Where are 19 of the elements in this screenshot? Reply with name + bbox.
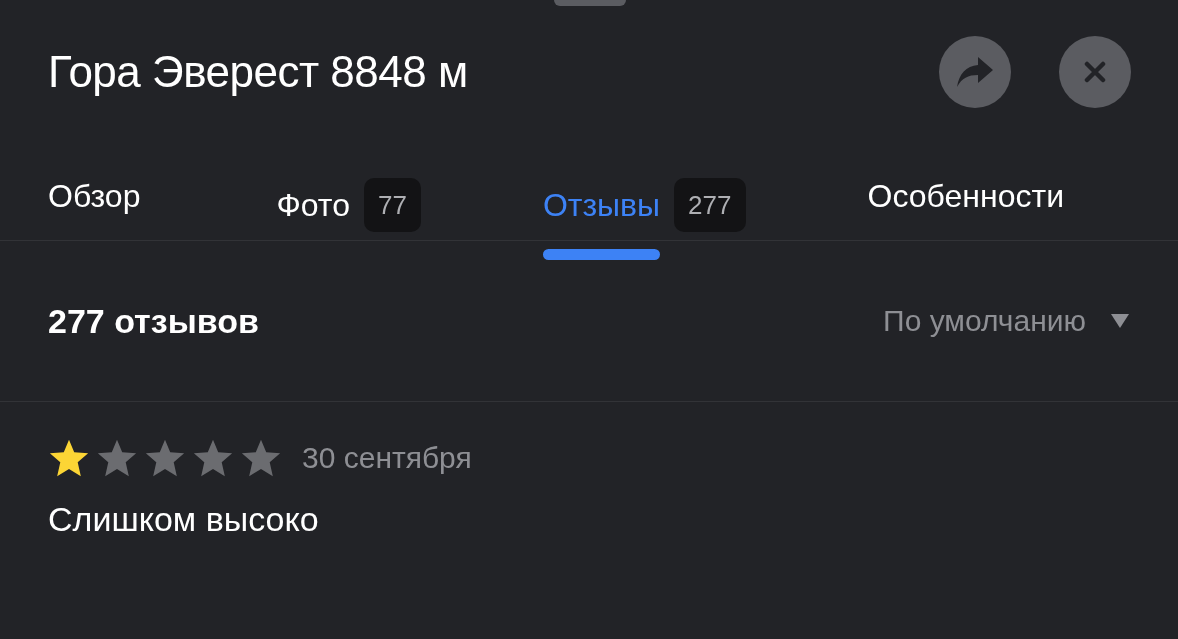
star-icon (96, 438, 138, 478)
caret-icon (1110, 313, 1130, 329)
star-icon (192, 438, 234, 478)
close-icon (1084, 61, 1106, 83)
reviews-count: 277 отзывов (48, 301, 259, 341)
tab[interactable]: Отзывы 277 (542, 178, 746, 260)
count-badge: 277 (674, 178, 746, 232)
star-icon (240, 438, 282, 478)
sort-dropdown[interactable]: По умолчанию (883, 304, 1130, 338)
tab[interactable]: Особенности (867, 178, 1078, 215)
count-badge: 77 (363, 178, 421, 232)
share-icon (956, 55, 994, 89)
tab[interactable]: Фото 77 (276, 178, 421, 232)
review-text: Слишком высоко (48, 500, 320, 539)
star-icon (48, 438, 90, 478)
place-title: Гора Эверест 8848 м (48, 47, 468, 97)
review-date: 30 сентября (302, 441, 472, 475)
star-icon (144, 438, 186, 478)
tab[interactable]: Обзор (48, 178, 155, 215)
